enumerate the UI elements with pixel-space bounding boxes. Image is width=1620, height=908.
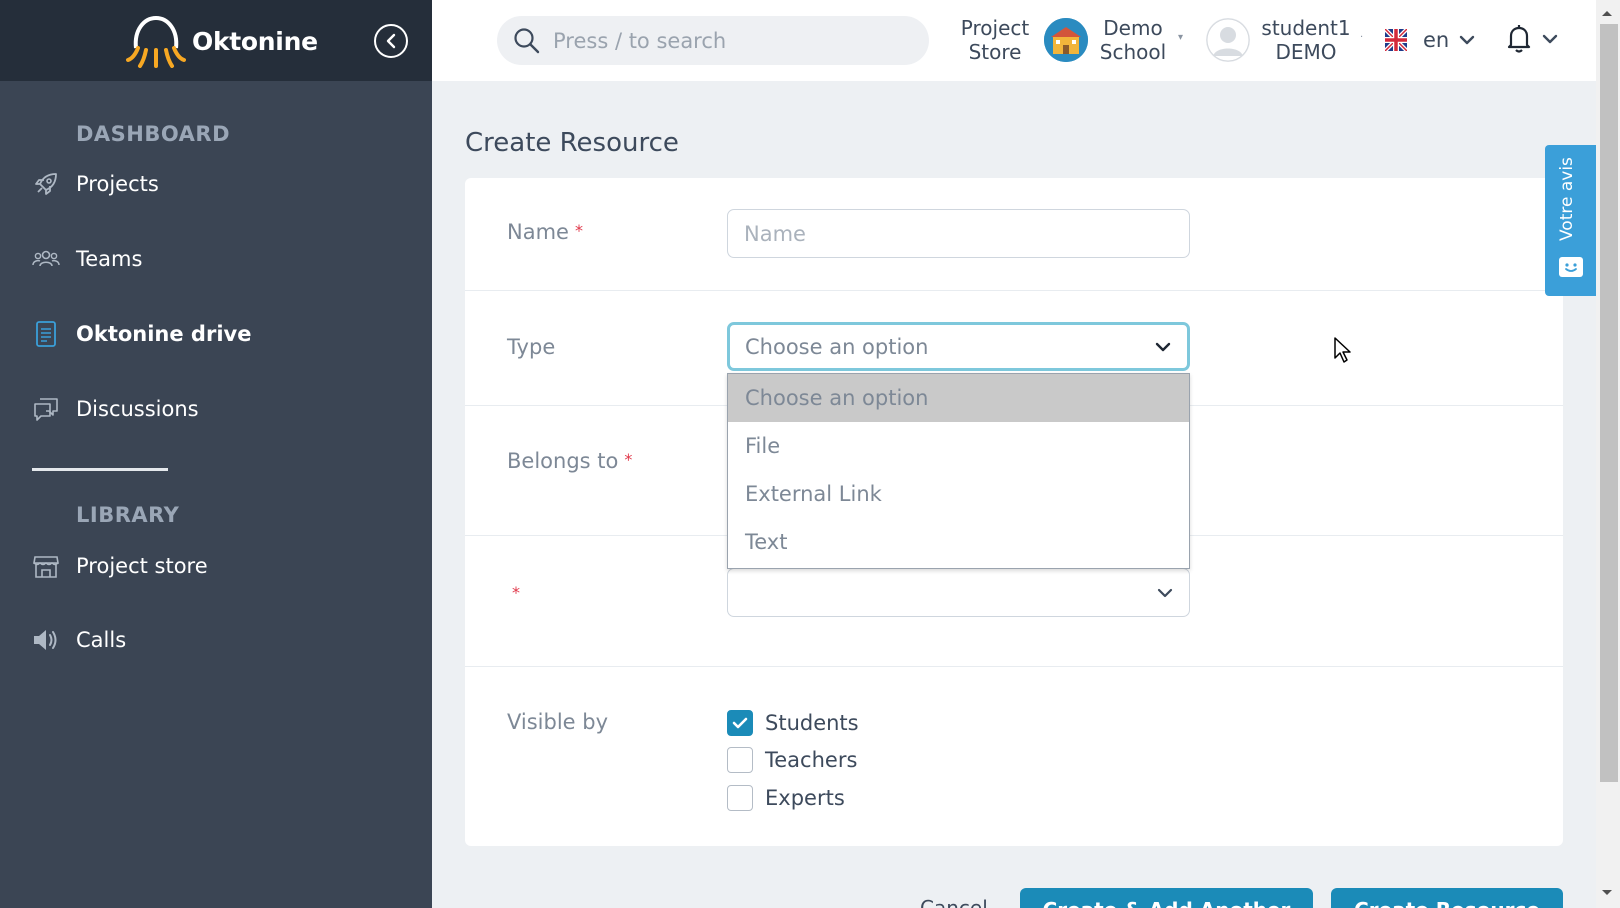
create-add-another-button[interactable]: Create & Add Another xyxy=(1020,888,1313,908)
feedback-tab[interactable]: Votre avis xyxy=(1545,145,1596,296)
school-avatar[interactable] xyxy=(1044,18,1088,62)
user-name-line1: student1 xyxy=(1261,16,1351,40)
school-caret-icon[interactable]: ▾ xyxy=(1178,32,1183,43)
school-name-line2: School xyxy=(1099,40,1167,64)
sidebar-header: Oktonine xyxy=(0,0,432,81)
user-placeholder-icon xyxy=(1206,18,1250,62)
visibility-option-students[interactable]: Students xyxy=(727,710,859,736)
type-dropdown-list: Choose an option File External Link Text xyxy=(727,373,1190,569)
chevron-down-icon xyxy=(1542,34,1558,44)
type-option[interactable]: External Link xyxy=(728,470,1189,518)
checkbox-label: Teachers xyxy=(765,748,858,772)
sidebar-item-label: Teams xyxy=(76,247,143,271)
bell-icon xyxy=(1507,25,1531,53)
sidebar-item-teams[interactable]: Teams xyxy=(32,239,142,279)
user-name-line2: DEMO xyxy=(1275,40,1337,64)
sidebar-section-dashboard: DASHBOARD xyxy=(76,122,231,146)
chevron-down-icon xyxy=(1460,35,1475,45)
language-code: en xyxy=(1423,28,1450,52)
speaker-icon xyxy=(32,626,60,654)
school-name-line1: Demo xyxy=(1103,16,1163,40)
school-building-icon xyxy=(1044,18,1088,62)
project-store-link[interactable]: Project Store xyxy=(955,16,1035,64)
sidebar-item-label: Calls xyxy=(76,628,127,652)
checkbox-label: Students xyxy=(765,711,859,735)
type-label: Type xyxy=(507,335,556,359)
mouse-cursor-icon xyxy=(1334,337,1351,363)
chevron-left-icon xyxy=(386,33,396,49)
sidebar-item-oktonine-drive[interactable]: Oktonine drive xyxy=(32,314,251,354)
school-switcher[interactable]: Demo School xyxy=(1096,16,1170,64)
type-select[interactable]: Choose an option xyxy=(727,322,1190,371)
scrollbar-thumb[interactable] xyxy=(1600,24,1618,782)
app-logo[interactable]: Oktonine xyxy=(124,14,318,68)
required-mark: * xyxy=(624,450,633,469)
sidebar-item-discussions[interactable]: Discussions xyxy=(32,389,199,429)
unlabeled-required-label: * xyxy=(507,582,520,606)
form-row-divider xyxy=(465,290,1563,291)
feedback-label: Votre avis xyxy=(1557,157,1577,241)
checkbox[interactable] xyxy=(727,747,753,773)
checkmark-icon xyxy=(732,717,748,729)
belongs-to-label: Belongs to * xyxy=(507,449,632,473)
search-bar[interactable] xyxy=(497,16,929,65)
create-resource-button[interactable]: Create Resource xyxy=(1331,888,1563,908)
sidebar-item-label: Projects xyxy=(76,172,159,196)
search-input[interactable] xyxy=(553,28,913,53)
checkbox[interactable] xyxy=(727,785,753,811)
feedback-smile-icon xyxy=(1559,257,1583,277)
sidebar-item-calls[interactable]: Calls xyxy=(32,620,126,660)
user-menu[interactable]: student1 DEMO xyxy=(1258,16,1354,64)
sidebar-divider xyxy=(32,468,168,471)
project-store-line2: Store xyxy=(968,40,1022,64)
visibility-option-teachers[interactable]: Teachers xyxy=(727,747,857,773)
user-avatar[interactable] xyxy=(1206,18,1250,62)
sidebar-section-library: LIBRARY xyxy=(76,503,180,527)
visible-by-label: Visible by xyxy=(507,710,609,734)
secondary-select[interactable] xyxy=(727,568,1190,617)
uk-flag-icon xyxy=(1385,29,1407,51)
visibility-option-experts[interactable]: Experts xyxy=(727,785,845,811)
chevron-down-icon xyxy=(1155,342,1171,351)
octopus-logo-icon xyxy=(126,15,186,68)
users-icon xyxy=(32,245,60,273)
type-option[interactable]: Choose an option xyxy=(728,374,1189,422)
chat-icon xyxy=(32,395,60,423)
app-name: Oktonine xyxy=(192,26,318,56)
name-label-text: Name xyxy=(507,220,569,244)
name-input[interactable] xyxy=(727,209,1190,258)
required-mark: * xyxy=(574,221,583,240)
name-label: Name * xyxy=(507,220,583,244)
drive-icon xyxy=(32,320,60,348)
sidebar-item-projects[interactable]: Projects xyxy=(32,164,159,204)
checkbox-label: Experts xyxy=(765,786,845,810)
sidebar-item-label: Project store xyxy=(76,554,208,578)
scroll-down-arrow-icon[interactable] xyxy=(1600,888,1614,898)
form-row-divider xyxy=(465,666,1563,667)
belongs-to-label-text: Belongs to xyxy=(507,449,619,473)
sidebar: Oktonine DASHBOARD Projects Teams Oktoni… xyxy=(0,0,432,908)
sidebar-item-project-store[interactable]: Project store xyxy=(32,546,208,586)
type-option[interactable]: Text xyxy=(728,518,1189,566)
scroll-up-arrow-icon[interactable] xyxy=(1600,8,1614,18)
collapse-sidebar-button[interactable] xyxy=(374,24,408,58)
rocket-icon xyxy=(32,170,60,198)
required-mark: * xyxy=(512,583,520,602)
search-icon xyxy=(514,27,540,53)
project-store-line1: Project xyxy=(960,16,1030,40)
sidebar-item-label: Oktonine drive xyxy=(76,322,252,346)
cancel-link[interactable]: Cancel xyxy=(920,896,988,908)
type-option[interactable]: File xyxy=(728,422,1189,470)
checkbox-checked[interactable] xyxy=(727,710,753,736)
store-icon xyxy=(32,552,60,580)
sidebar-item-label: Discussions xyxy=(76,397,199,421)
notifications-button[interactable] xyxy=(1506,24,1558,54)
language-selector[interactable]: en xyxy=(1385,28,1475,52)
user-caret-icon[interactable]: · xyxy=(1360,32,1363,43)
type-select-value: Choose an option xyxy=(745,334,929,359)
chevron-down-icon xyxy=(1157,588,1173,597)
page-title: Create Resource xyxy=(465,128,679,158)
